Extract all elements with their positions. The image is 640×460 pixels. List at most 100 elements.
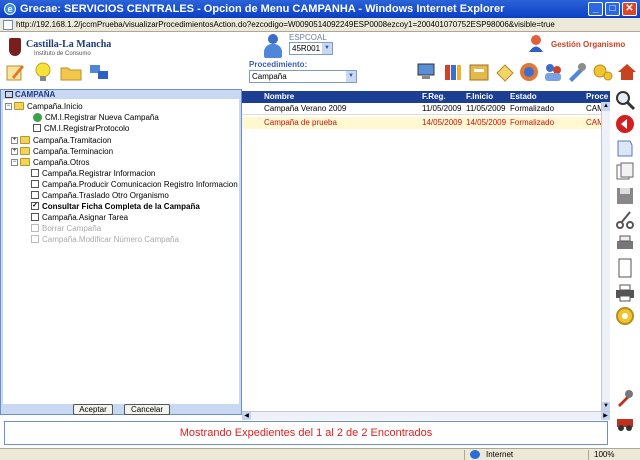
column-header-estado[interactable]: Estado: [510, 92, 537, 101]
status-bar: Mostrando Expedientes del 1 al 2 de 2 En…: [4, 421, 608, 445]
user-icon: [262, 34, 284, 58]
folder-icon: [14, 102, 24, 110]
tree-item[interactable]: Campaña.Registrar Informacion: [31, 168, 155, 178]
search-icon[interactable]: [614, 89, 636, 111]
accept-button[interactable]: Aceptar: [73, 404, 113, 415]
toolbar-globe-icon[interactable]: [518, 61, 540, 83]
checkbox[interactable]: [31, 180, 39, 188]
cell-estado: Formalizado: [510, 118, 555, 127]
checkbox[interactable]: [31, 191, 39, 199]
castilla-la-mancha-crest-icon: [9, 38, 21, 56]
internet-zone-icon: [470, 450, 480, 459]
folder-icon: [20, 136, 30, 144]
expand-icon[interactable]: +: [11, 136, 18, 144]
user-select[interactable]: 45R001 ▼: [289, 42, 333, 55]
expand-icon[interactable]: +: [11, 147, 18, 155]
url-text[interactable]: http://192.168.1.2/jccmPrueba/visualizar…: [16, 20, 555, 29]
tree-item[interactable]: Campaña.Asignar Tarea: [31, 212, 128, 222]
column-header-finicio[interactable]: F.Inicio: [466, 92, 493, 101]
exit-icon[interactable]: [614, 411, 636, 433]
checkbox[interactable]: [33, 124, 41, 132]
results-table: Nombre F.Reg. F.Inicio Estado Proce Camp…: [242, 89, 610, 411]
logo-text: Castilla-La Mancha: [26, 39, 112, 50]
save-icon[interactable]: [614, 185, 636, 207]
checkbox[interactable]: [31, 169, 39, 177]
scroll-right-icon[interactable]: ▶: [601, 412, 610, 420]
scroll-up-icon[interactable]: ▲: [602, 102, 610, 111]
procedure-label: Procedimiento:: [249, 60, 308, 69]
window-controls: _ □ ✕: [588, 2, 637, 16]
column-header-nombre[interactable]: Nombre: [264, 92, 294, 101]
folder-icon: [20, 158, 30, 166]
printer-icon[interactable]: [614, 233, 636, 255]
table-row[interactable]: Campaña Verano 2009 11/05/2009 11/05/200…: [242, 103, 610, 115]
toolbar-archive-icon[interactable]: [468, 61, 490, 83]
cell-finicio: 11/05/2009: [466, 104, 506, 113]
toolbar-tools-icon[interactable]: [566, 61, 588, 83]
tree-item[interactable]: CM.I.Registrar Nueva Campaña: [33, 112, 159, 122]
toolbar-users-icon[interactable]: [542, 61, 564, 83]
zoom-level[interactable]: 100%: [594, 450, 614, 459]
cancel-button[interactable]: Cancelar: [124, 404, 170, 415]
table-header: Nombre F.Reg. F.Inicio Estado Proce: [242, 91, 610, 103]
minimize-button[interactable]: _: [588, 2, 603, 16]
chevron-down-icon: ▼: [322, 43, 332, 54]
back-icon[interactable]: [614, 113, 636, 135]
window-title: Grecae: SERVICIOS CENTRALES - Opcion de …: [20, 3, 505, 15]
print-icon[interactable]: [614, 281, 636, 303]
address-bar[interactable]: http://192.168.1.2/jccmPrueba/visualizar…: [0, 18, 640, 32]
tree-item[interactable]: − Campaña.Otros: [11, 157, 89, 167]
close-button[interactable]: ✕: [622, 2, 637, 16]
tree-item-selected[interactable]: ✓ Consultar Ficha Completa de la Campaña: [31, 201, 200, 211]
tree-item[interactable]: + Campaña.Terminacion: [11, 146, 113, 156]
tree-content: − Campaña.Inicio CM.I.Registrar Nueva Cam…: [3, 99, 239, 404]
page-icon: [3, 19, 13, 30]
gestion-organismo-label[interactable]: Gestión Organismo: [551, 40, 625, 49]
procedure-select[interactable]: Campaña ▼: [249, 70, 357, 83]
documents-icon[interactable]: [614, 161, 636, 183]
status-message: Mostrando Expedientes del 1 al 2 de 2 En…: [179, 427, 433, 439]
document-icon[interactable]: [614, 257, 636, 279]
tools-icon[interactable]: [614, 387, 636, 409]
toolbar-edit-icon[interactable]: [4, 61, 26, 83]
checkbox[interactable]: [31, 213, 39, 221]
tree-item[interactable]: CM.I.RegistrarProtocolo: [33, 123, 129, 133]
vertical-scrollbar[interactable]: ▲ ▼: [601, 102, 610, 411]
cell-nombre: Campaña de prueba: [264, 118, 337, 127]
horizontal-scrollbar[interactable]: ◀ ▶: [242, 411, 610, 420]
user-select-value: 45R001: [292, 44, 321, 53]
toolbar-gears-icon[interactable]: [592, 61, 614, 83]
scroll-down-icon[interactable]: ▼: [602, 402, 610, 411]
toolbar-network-icon[interactable]: [88, 61, 110, 83]
gestion-organismo-icon[interactable]: [526, 33, 546, 53]
toolbar: Procedimiento: Campaña ▼: [0, 59, 640, 89]
cut-icon[interactable]: [614, 209, 636, 231]
collapse-icon[interactable]: −: [5, 102, 12, 110]
tree-item[interactable]: + Campaña.Tramitacion: [11, 135, 111, 145]
column-header-proce[interactable]: Proce: [586, 92, 608, 101]
side-toolbar: [610, 89, 640, 431]
tree-item[interactable]: Campaña.Traslado Otro Organismo: [31, 190, 169, 200]
tree-item[interactable]: − Campaña.Inicio: [5, 101, 83, 111]
maximize-button[interactable]: □: [605, 2, 620, 16]
tree-item-disabled: Campaña.Modificar Número Campaña: [31, 234, 179, 244]
toolbar-stamp-icon[interactable]: [494, 61, 516, 83]
chevron-down-icon: ▼: [346, 71, 356, 82]
table-row-selected[interactable]: Campaña de prueba 14/05/2009 14/05/2009 …: [242, 117, 610, 129]
toolbar-computer-icon[interactable]: [416, 61, 438, 83]
tree-panel: CAMPAÑA − Campaña.Inicio CM.I.Registrar N…: [0, 89, 242, 415]
collapse-icon[interactable]: −: [11, 158, 18, 166]
column-header-freg[interactable]: F.Reg.: [422, 92, 446, 101]
toolbar-home-icon[interactable]: [616, 61, 638, 83]
toolbar-folder-icon[interactable]: [60, 61, 82, 83]
checkbox: [31, 235, 39, 243]
tree-item[interactable]: Campaña.Producir Comunicacion Registro I…: [31, 179, 238, 189]
procedure-select-value: Campaña: [252, 72, 287, 81]
toolbar-books-icon[interactable]: [442, 61, 464, 83]
toolbar-bulb-icon[interactable]: [32, 61, 54, 83]
scroll-left-icon[interactable]: ◀: [242, 412, 251, 420]
checkbox-checked[interactable]: ✓: [31, 202, 39, 210]
internet-explorer-icon: e: [4, 3, 16, 15]
settings-gear-icon[interactable]: [614, 305, 636, 327]
report-icon[interactable]: [614, 137, 636, 159]
